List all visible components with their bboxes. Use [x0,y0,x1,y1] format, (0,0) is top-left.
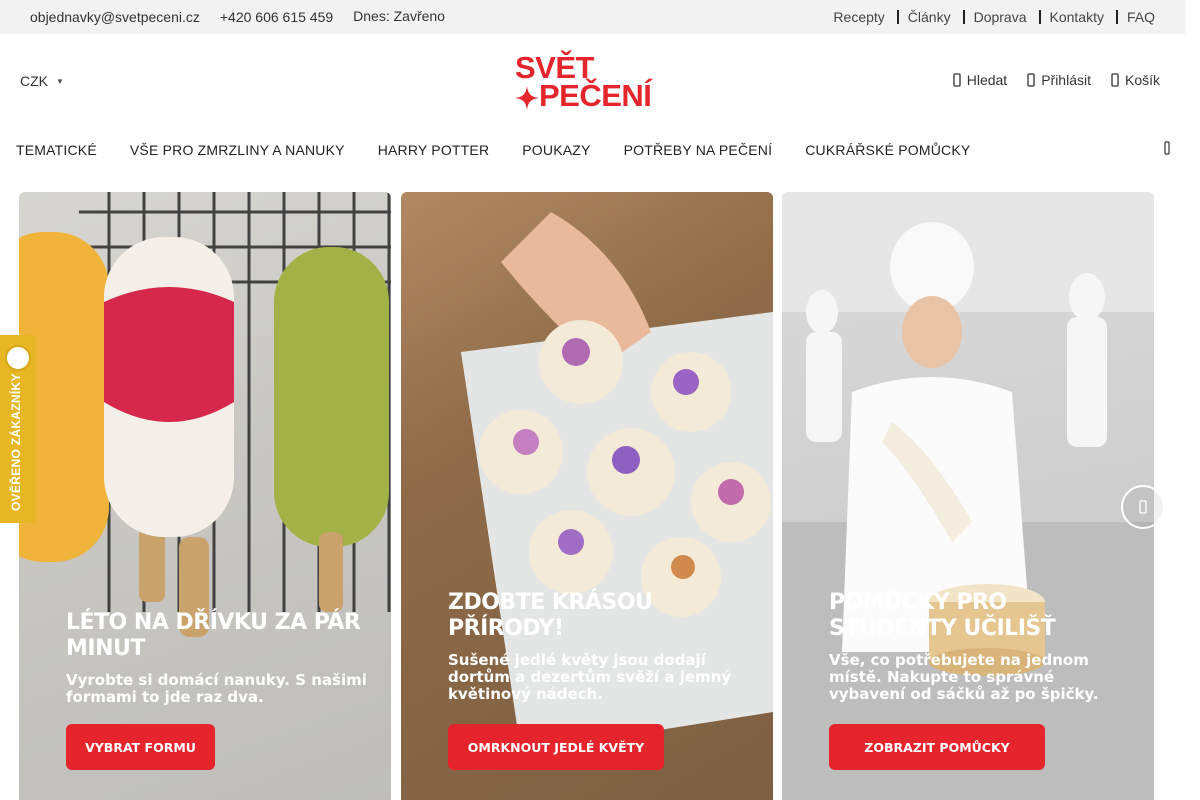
top-bar: objednavky@svetpeceni.cz +420 606 615 45… [0,0,1185,34]
currency-label: CZK [20,73,48,89]
banner-title: ZDOBTE KRÁSOU PŘÍRODY! [448,590,653,641]
banner-title: LÉTO NA DŘÍVKU ZA PÁR MINUT [66,610,361,661]
sparkle-icon [515,86,539,110]
banner-text: Vše, co potřebujete na jednom místě. Nak… [829,651,1099,703]
main-navigation: TEMATICKÉ VŠE PRO ZMRZLINY A NANUKY HARR… [0,126,1185,170]
search-button[interactable]: Hledat [953,72,1007,88]
toplink-faq[interactable]: FAQ [1127,9,1155,25]
logo-line-2: PEČENÍ [539,78,652,113]
carousel-next-button[interactable] [1121,485,1165,529]
verified-by-customers-badge[interactable]: OVĚŘENO ZÁKAZNÍKY [0,335,36,523]
banner-title: POMŮCKY PRO STUDENTY UČILIŠŤ [829,590,1056,641]
nav-item-tematicke[interactable]: TEMATICKÉ [16,142,97,158]
cart-label: Košík [1124,72,1160,88]
toplink-doprava[interactable]: Doprava [974,9,1027,25]
seal-icon [5,345,31,371]
chevron-right-icon [1139,500,1147,514]
site-header: CZK ▼ SVĚT PEČENÍ Hledat Přihlásit Košík [0,34,1185,126]
login-button[interactable]: Přihlásit [1027,72,1091,88]
banner-text: Vyrobte si domácí nanuky. S našimi forma… [66,671,367,706]
separator [1115,10,1118,24]
contact-phone[interactable]: +420 606 615 459 [220,9,333,25]
cta-vybrat-formu[interactable]: VYBRAT FORMU [66,724,215,770]
banner-text: Sušené jedlé květy jsou dodají dortům a … [448,651,732,703]
search-icon [953,73,961,87]
promo-banner-students[interactable]: POMŮCKY PRO STUDENTY UČILIŠŤ Vše, co pot… [782,192,1154,800]
toplink-clanky[interactable]: Články [908,9,951,25]
nav-item-potreby[interactable]: POTŘEBY NA PEČENÍ [624,142,773,158]
toplink-kontakty[interactable]: Kontakty [1050,9,1104,25]
menu-more-icon[interactable] [1164,141,1170,155]
toplink-recepty[interactable]: Recepty [833,9,884,25]
user-icon [1027,73,1035,87]
separator [896,10,899,24]
search-label: Hledat [966,72,1008,88]
verified-badge-label: OVĚŘENO ZÁKAZNÍKY [9,373,23,511]
nav-item-harry-potter[interactable]: HARRY POTTER [378,142,490,158]
separator [962,10,965,24]
pastry-chef-illustration [782,192,1154,800]
promo-banner-flowers[interactable]: ZDOBTE KRÁSOU PŘÍRODY! Sušené jedlé květ… [401,192,773,800]
nav-item-pomucky[interactable]: CUKRÁŘSKÉ POMŮCKY [805,142,970,158]
promo-carousel: LÉTO NA DŘÍVKU ZA PÁR MINUT Vyrobte si d… [19,192,1199,800]
login-label: Přihlásit [1041,72,1091,88]
currency-selector[interactable]: CZK ▼ [20,73,64,89]
cta-zobrazit-pomucky[interactable]: ZOBRAZIT POMŮCKY [829,724,1045,770]
opening-hours: Dnes: Zavřeno [353,8,445,24]
chevron-down-icon: ▼ [56,76,64,86]
cart-icon [1111,73,1119,87]
cupcakes-illustration [461,212,773,752]
popsicles-illustration [19,192,391,637]
nav-item-zmrzliny[interactable]: VŠE PRO ZMRZLINY A NANUKY [130,142,345,158]
cart-button[interactable]: Košík [1111,72,1160,88]
nav-item-poukazy[interactable]: POUKAZY [522,142,590,158]
separator [1038,10,1041,24]
cta-omrknout-jedle-kvety[interactable]: OMRKNOUT JEDLÉ KVĚTY [448,724,664,770]
promo-banner-popsicles[interactable]: LÉTO NA DŘÍVKU ZA PÁR MINUT Vyrobte si d… [19,192,391,800]
contact-email[interactable]: objednavky@svetpeceni.cz [30,9,200,25]
site-logo[interactable]: SVĚT PEČENÍ [515,50,675,113]
